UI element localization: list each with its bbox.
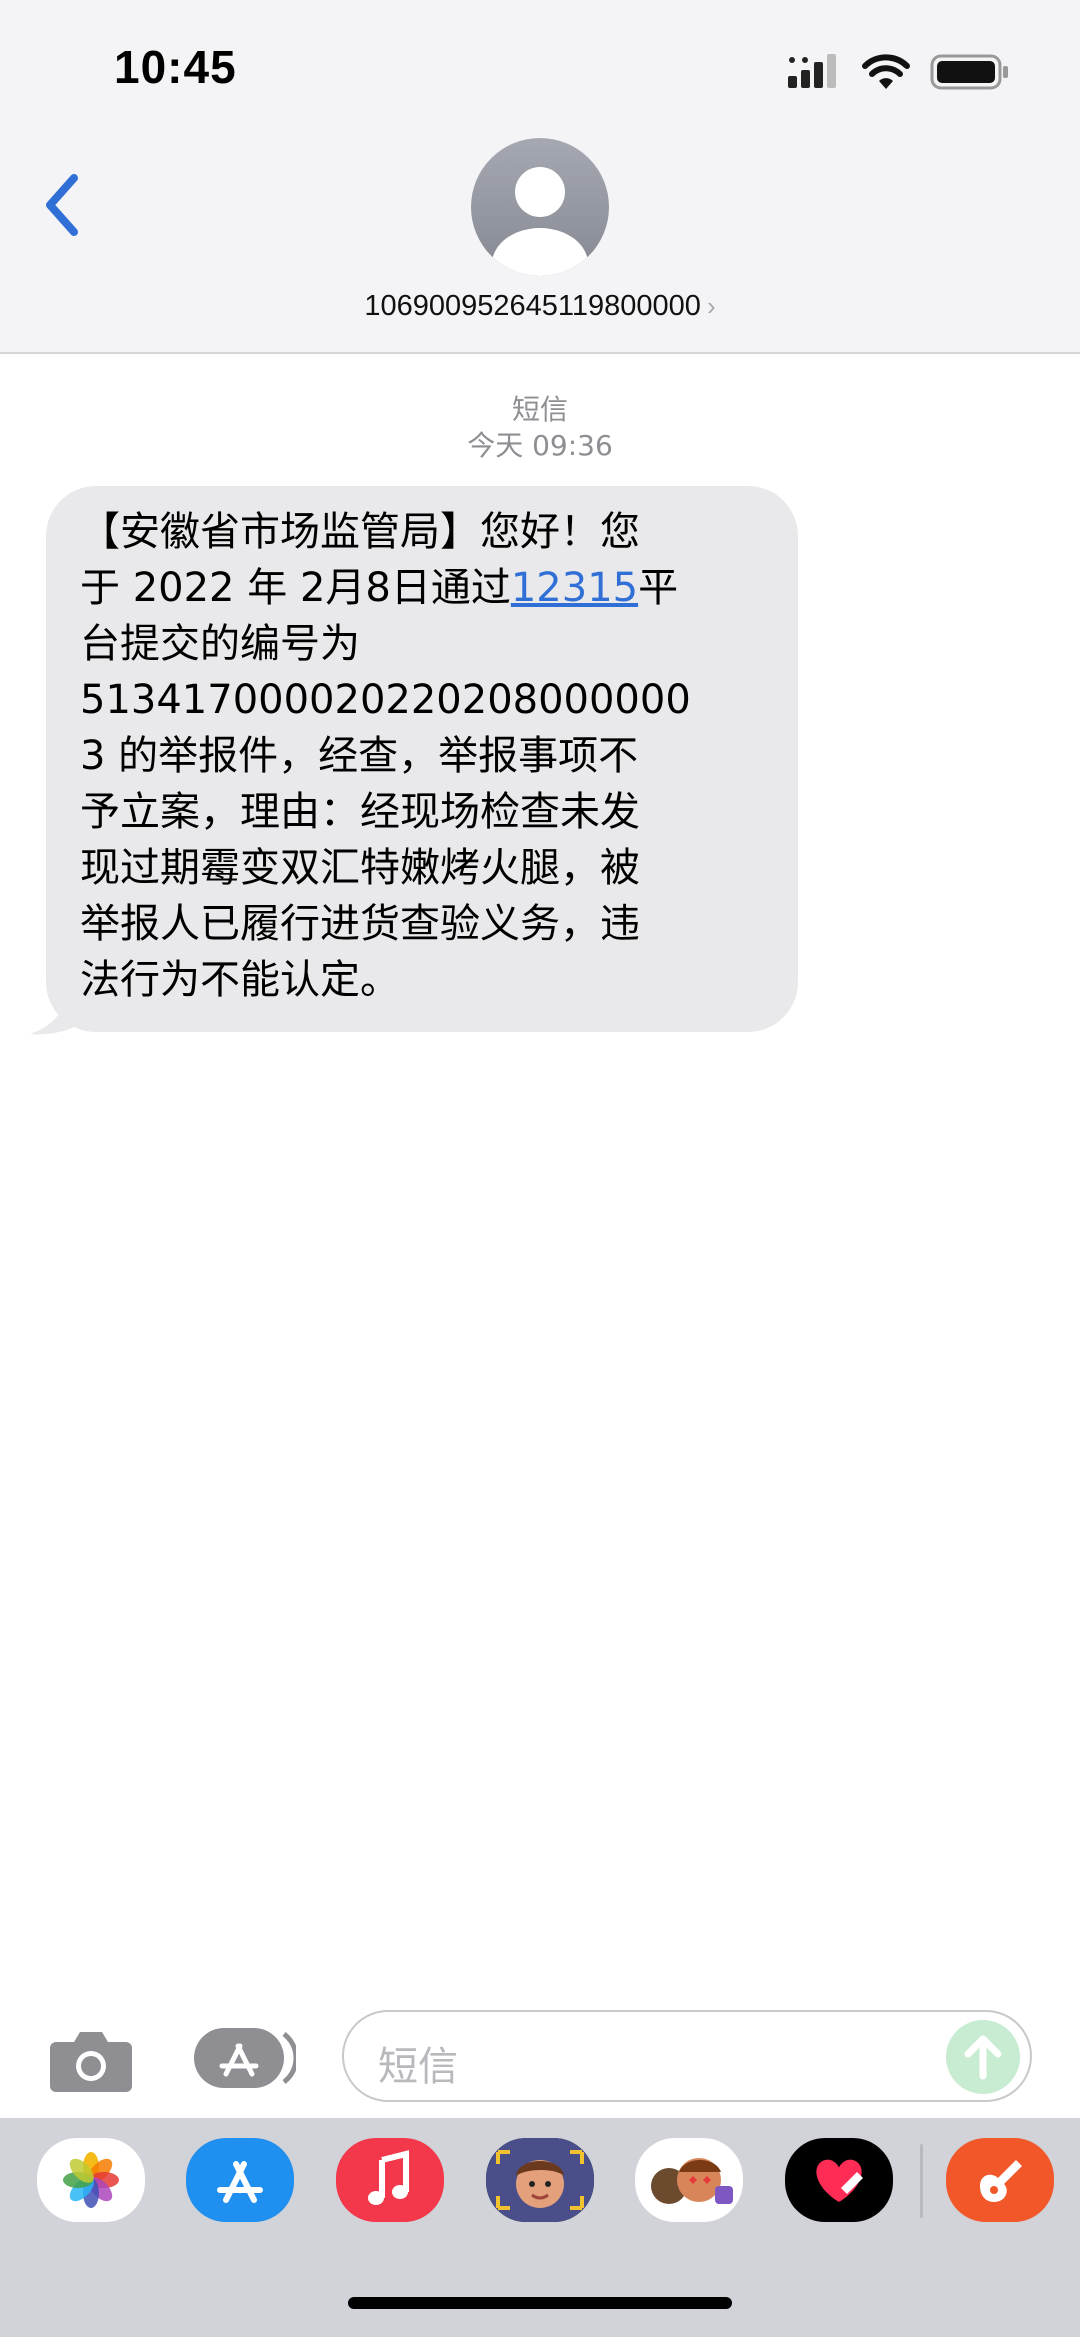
contact-number: 106900952645119800000 — [364, 290, 701, 322]
app-drawer-icon[interactable] — [192, 2022, 296, 2092]
message-segment: 于 2022 年 2月8日通过 — [80, 565, 511, 611]
message-line: 3 的举报件，经查，举报事项不 — [80, 733, 639, 779]
status-icons — [786, 52, 1010, 92]
memoji-icon[interactable] — [486, 2138, 594, 2222]
input-placeholder: 短信 — [378, 2044, 458, 2090]
message-line: 于 2022 年 2月8日通过12315平 — [80, 560, 780, 616]
back-chevron-icon[interactable] — [38, 170, 88, 240]
composer-bar: 短信 — [0, 2000, 1080, 2120]
contact-avatar-icon[interactable] — [471, 138, 609, 276]
message-timestamp: 今天 09:36 — [467, 429, 613, 462]
status-time: 10:45 — [114, 41, 237, 93]
message-line: 法行为不能认定。 — [80, 957, 400, 1003]
message-line: 举报人已履行进货查验义务，违 — [80, 901, 640, 947]
message-line: 【安徽省市场监管局】您好！您 — [80, 509, 640, 555]
dock-separator — [920, 2144, 923, 2218]
send-arrow-icon[interactable] — [946, 2020, 1020, 2094]
conversation-header: 10:45 106900952645119800000 › — [0, 0, 1080, 354]
message-line: 台提交的编号为 — [80, 621, 360, 667]
camera-icon[interactable] — [48, 2024, 134, 2094]
message-segment: 平 — [638, 565, 679, 611]
home-indicator[interactable] — [348, 2297, 732, 2309]
message-line: 予立案，理由：经现场检查未发 — [80, 789, 640, 835]
garageband-icon[interactable] — [946, 2138, 1054, 2222]
digital-touch-icon[interactable] — [785, 2138, 893, 2222]
message-line: 现过期霉变双汇特嫩烤火腿，被 — [80, 845, 640, 891]
battery-icon — [930, 54, 1008, 90]
animoji-stickers-icon[interactable] — [635, 2138, 743, 2222]
contact-chevron-icon: › — [706, 291, 716, 321]
app-store-icon[interactable] — [186, 2138, 294, 2222]
message-text: 【安徽省市场监管局】您好！您 于 2022 年 2月8日通过12315平 台提交… — [80, 504, 780, 1008]
message-input[interactable]: 短信 — [342, 2010, 1032, 2102]
service-label: 短信 — [511, 393, 568, 426]
wifi-icon — [862, 54, 910, 89]
cellular-signal-icon — [788, 54, 836, 88]
photos-icon[interactable] — [37, 2138, 145, 2222]
message-line: 513417000020220208000000 — [80, 677, 691, 723]
phone-link[interactable]: 12315 — [511, 565, 638, 611]
contact-name[interactable]: 106900952645119800000 › — [0, 290, 1080, 323]
music-icon[interactable] — [336, 2138, 444, 2222]
